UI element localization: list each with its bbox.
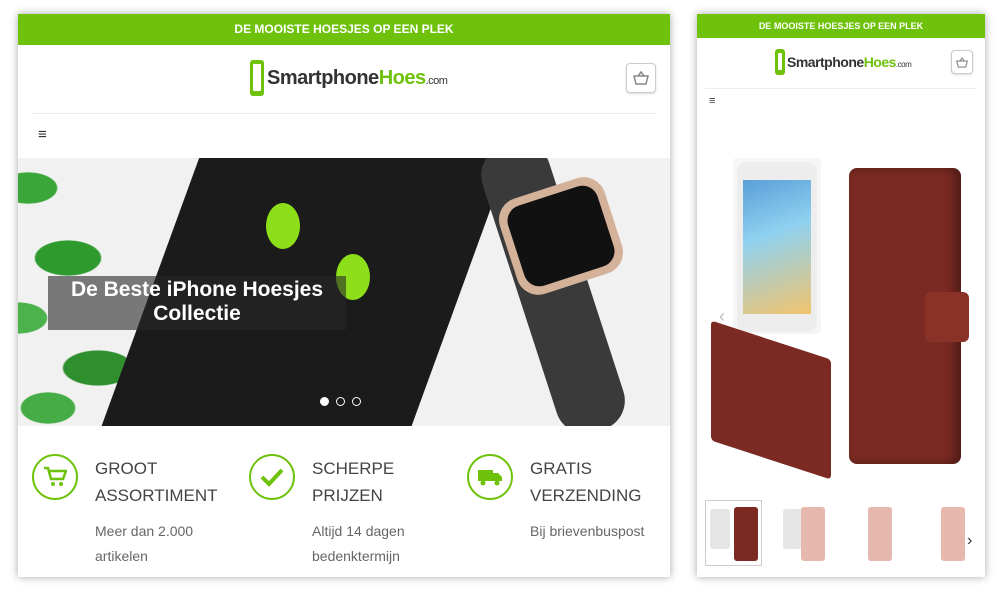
cart-button[interactable] (951, 50, 973, 74)
slider-dot[interactable] (320, 397, 329, 406)
site-logo[interactable]: SmartphoneHoes.com (250, 60, 448, 96)
next-thumbnail-arrow[interactable]: › (967, 532, 972, 550)
thumbnail[interactable] (778, 500, 835, 566)
product-image[interactable] (697, 154, 985, 494)
prev-image-arrow[interactable]: ‹ (719, 306, 725, 327)
thumbnail[interactable] (924, 500, 981, 566)
slider-dot[interactable] (352, 397, 361, 406)
site-logo[interactable]: SmartphoneHoes.com (775, 49, 912, 75)
iphone-image (737, 162, 817, 332)
basket-icon (956, 56, 968, 68)
phone-logo-icon (250, 60, 264, 96)
phone-logo-icon (775, 49, 785, 75)
check-icon (249, 454, 295, 500)
cart-icon (32, 454, 78, 500)
site-header: SmartphoneHoes.com (32, 45, 656, 114)
hero-slider[interactable]: De Beste iPhone Hoesjes Collectie (18, 158, 670, 426)
cart-button[interactable] (626, 63, 656, 93)
truck-icon (467, 454, 513, 500)
hamburger-icon[interactable]: ≡ (38, 126, 47, 143)
hero-caption: De Beste iPhone Hoesjes Collectie (48, 276, 346, 330)
mobile-product-preview: DE MOOISTE HOESJES OP EEN PLEK Smartphon… (697, 14, 985, 577)
wallet-case-stand-image (711, 320, 831, 480)
promo-bar: DE MOOISTE HOESJES OP EEN PLEK (18, 14, 670, 45)
earbud-image (266, 203, 300, 249)
wallet-case-image (849, 168, 969, 464)
slider-dots (320, 397, 361, 406)
logo-text: SmartphoneHoes.com (267, 66, 448, 89)
features-section: GROOT ASSORTIMENT Meer dan 2.000 artikelen… (18, 426, 670, 577)
thumbnail[interactable] (851, 500, 908, 566)
product-thumbnails (705, 500, 981, 566)
site-header: SmartphoneHoes.com (705, 38, 977, 89)
slider-dot[interactable] (336, 397, 345, 406)
thumbnail[interactable] (705, 500, 762, 566)
basket-icon (633, 71, 649, 85)
desktop-preview: DE MOOISTE HOESJES OP EEN PLEK Smartphon… (18, 14, 670, 577)
hamburger-icon[interactable]: ≡ (709, 95, 715, 107)
promo-bar: DE MOOISTE HOESJES OP EEN PLEK (697, 14, 985, 38)
logo-text: SmartphoneHoes.com (787, 54, 912, 70)
